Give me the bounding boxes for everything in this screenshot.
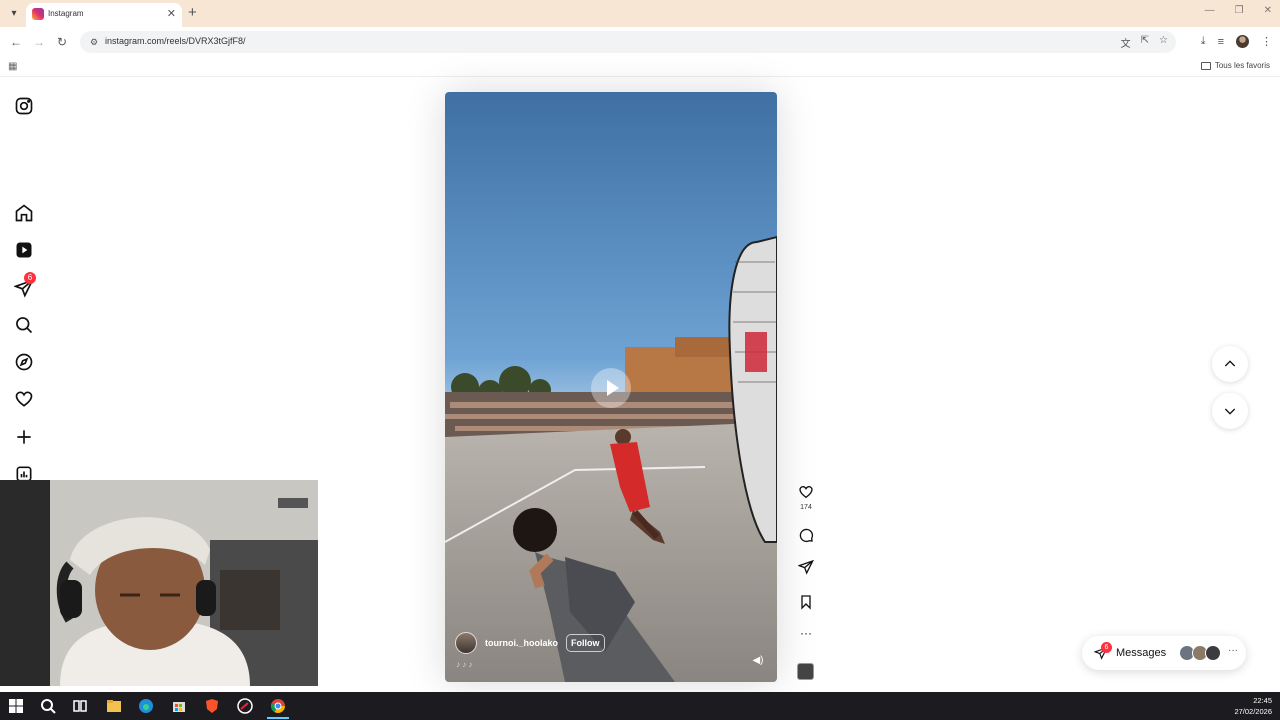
chevron-down-icon [1224, 408, 1236, 415]
play-icon[interactable] [591, 368, 631, 408]
chevron-up-icon [1224, 360, 1236, 367]
webcam-feed [0, 480, 318, 686]
close-tab-icon[interactable]: ✕ [167, 6, 176, 22]
tab-title: Instagram [48, 9, 84, 18]
steam-icon[interactable] [236, 697, 254, 715]
translate-icon[interactable]: 文 [1121, 35, 1131, 50]
chrome-icon[interactable] [269, 697, 287, 715]
forward-icon[interactable]: → [33, 34, 45, 50]
bookmark-icon [801, 595, 811, 610]
url-text[interactable]: instagram.com/reels/DVRX3tGjfF8/ [105, 36, 246, 46]
message-avatars [1179, 645, 1221, 661]
heart-icon[interactable] [14, 389, 34, 409]
site-info-icon[interactable]: ⚙ [88, 36, 100, 48]
file-explorer-icon[interactable] [105, 697, 123, 715]
more-options-icon[interactable]: ··· [794, 627, 818, 639]
task-view-icon[interactable] [71, 697, 89, 715]
windows-taskbar: 22:45 27/02/2026 [0, 692, 1280, 720]
like-button[interactable]: 174 [794, 484, 818, 511]
reels-icon[interactable] [14, 240, 34, 260]
search-icon[interactable] [39, 697, 57, 715]
edge-browser-icon[interactable] [137, 697, 155, 715]
instagram-favicon-icon [32, 8, 44, 20]
volume-icon[interactable]: ◀) [751, 654, 765, 668]
reel-author-row: tournoi._hoolako Follow [455, 632, 605, 654]
reload-icon[interactable]: ↻ [57, 34, 67, 50]
system-clock[interactable]: 22:45 27/02/2026 [1234, 695, 1272, 717]
previous-reel-button[interactable] [1212, 346, 1248, 382]
clock-date: 27/02/2026 [1234, 707, 1272, 716]
like-count: 174 [800, 504, 812, 511]
back-icon[interactable]: ← [10, 34, 22, 50]
reel-audio-caption[interactable]: ♪ ♪ ♪ [456, 660, 472, 669]
messages-label: Messages [1116, 647, 1167, 659]
apps-grid-icon[interactable]: ▦ [8, 61, 17, 72]
media-icon[interactable]: ≡ [1218, 36, 1224, 48]
next-reel-button[interactable] [1212, 393, 1248, 429]
author-avatar[interactable] [455, 632, 477, 654]
author-username[interactable]: tournoi._hoolako [485, 638, 558, 648]
new-tab-icon[interactable]: + [188, 4, 197, 22]
restore-icon[interactable]: ❐ [1235, 5, 1244, 16]
comment-icon [799, 528, 814, 543]
browser-menu-icon[interactable]: ⋮ [1261, 35, 1272, 48]
more-icon: ··· [1228, 645, 1238, 656]
browser-toolbar: ← → ↻ ⚙ instagram.com/reels/DVRX3tGjfF8/… [0, 27, 1280, 57]
messages-badge: 6 [24, 272, 36, 284]
minimize-icon[interactable]: — [1205, 5, 1215, 16]
clock-time: 22:45 [1253, 696, 1272, 705]
close-window-icon[interactable]: ✕ [1264, 5, 1272, 16]
search-icon[interactable] [14, 315, 34, 335]
messages-icon[interactable]: 6 [13, 272, 36, 298]
messages-count-badge: 6 [1101, 642, 1112, 653]
instagram-logo-icon[interactable] [14, 96, 34, 116]
home-icon[interactable] [14, 203, 34, 223]
brave-browser-icon[interactable] [203, 697, 221, 715]
reel-video[interactable]: tournoi._hoolako Follow ♪ ♪ ♪ ◀) [445, 92, 777, 682]
explore-icon[interactable] [14, 352, 34, 372]
download-icon[interactable]: ⤓ [1201, 35, 1206, 48]
bookmarks-bar: ▦ Tous les favoris [0, 57, 1280, 77]
window-controls: — ❐ ✕ [1205, 5, 1272, 16]
bookmarks-folder-label: Tous les favoris [1214, 61, 1270, 70]
tab-search-icon[interactable]: ▾ [6, 6, 22, 22]
share-button[interactable] [794, 559, 818, 580]
create-icon[interactable] [14, 427, 34, 447]
address-bar[interactable]: ⚙ instagram.com/reels/DVRX3tGjfF8/ 文 ⇱ ☆ [80, 31, 1176, 53]
install-app-icon[interactable]: ⇱ [1141, 35, 1149, 50]
follow-button[interactable]: Follow [566, 634, 605, 652]
webcam-overlay [0, 480, 318, 686]
all-bookmarks-folder[interactable]: Tous les favoris [1200, 61, 1270, 70]
bookmark-star-icon[interactable]: ☆ [1159, 35, 1168, 50]
save-button[interactable] [794, 594, 818, 615]
store-icon[interactable] [170, 697, 188, 715]
folder-icon [1200, 61, 1211, 70]
comment-button[interactable] [794, 527, 818, 548]
messages-button[interactable]: 6 Messages ··· [1082, 636, 1246, 670]
audio-thumbnail[interactable] [797, 663, 814, 680]
browser-tabstrip: ▾ Instagram ✕ + — ❐ ✕ [0, 0, 1280, 27]
like-heart-icon [799, 485, 813, 499]
browser-tab[interactable]: Instagram ✕ [26, 3, 182, 27]
windows-start-icon[interactable] [7, 697, 25, 715]
profile-avatar-icon[interactable] [1236, 35, 1249, 48]
active-app-indicator [267, 717, 289, 719]
share-icon [797, 559, 814, 575]
avatar [1205, 645, 1221, 661]
